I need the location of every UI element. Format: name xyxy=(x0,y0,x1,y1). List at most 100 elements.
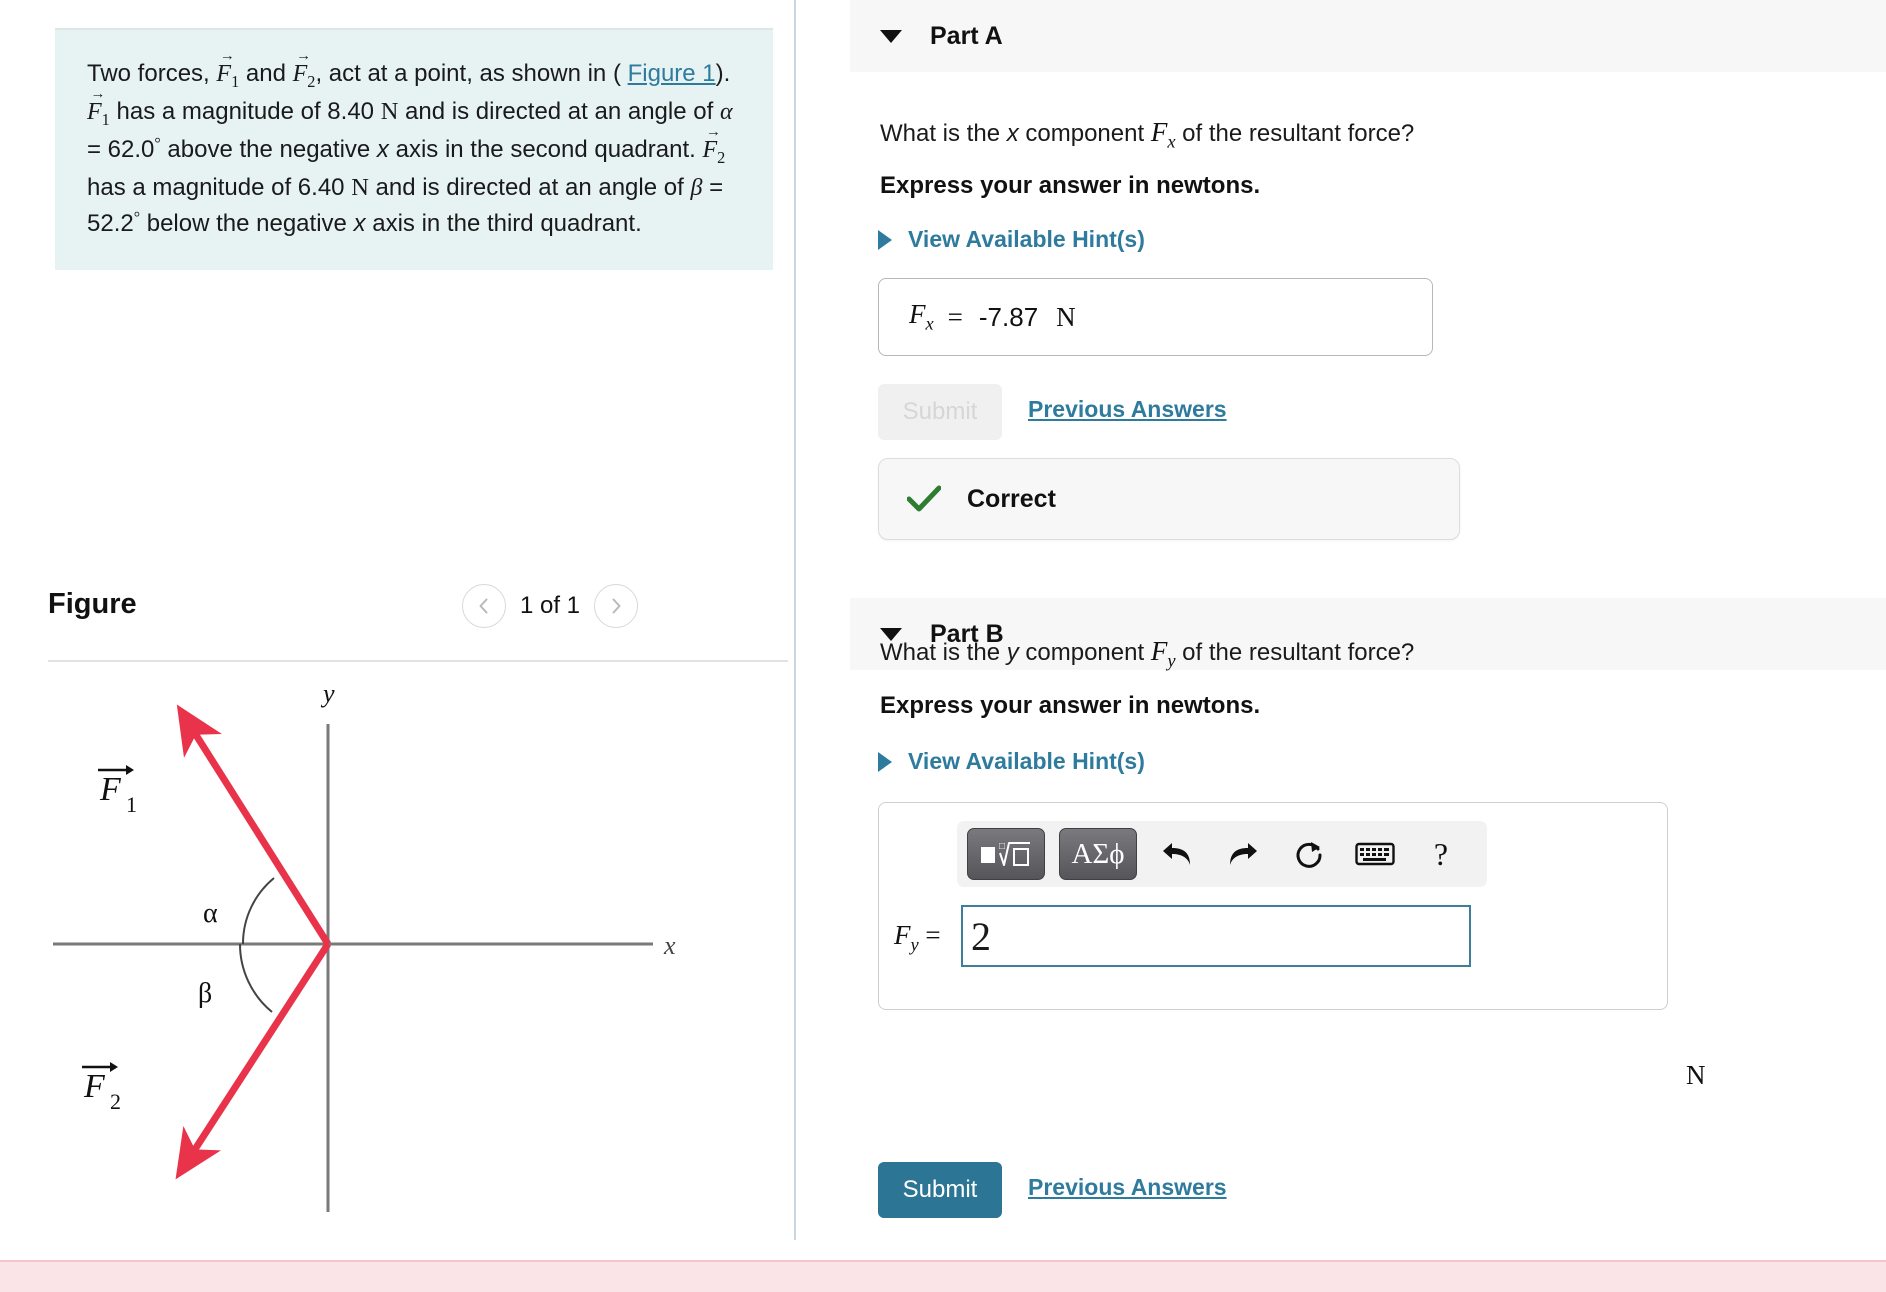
math-toolbar: □ ΑΣϕ ? xyxy=(957,821,1487,887)
unit-newton-1: N xyxy=(380,97,399,125)
caret-right-icon xyxy=(878,229,892,250)
q-a-symbol: Fx xyxy=(1150,117,1176,152)
svg-text:2: 2 xyxy=(110,1089,121,1114)
figure-title: Figure xyxy=(48,588,137,620)
f1-magnitude-text: has a magnitude of 8.40 xyxy=(116,97,375,125)
degree-sign-1: ° xyxy=(154,135,161,153)
q-b-var: y xyxy=(1006,639,1019,666)
axis-x-ref-1: x xyxy=(376,135,389,163)
part-a-answer-symbol: Fx xyxy=(909,299,934,334)
chevron-left-icon[interactable] xyxy=(461,584,506,628)
fy-input-value: 2 xyxy=(971,913,991,959)
figure-y-axis-label: y xyxy=(320,679,335,708)
statement-and-is: and is directed at an angle of xyxy=(375,173,684,201)
statement-act: , act at a point, as shown in ( xyxy=(315,60,621,87)
figure-count-label: 1 of 1 xyxy=(519,592,580,619)
q-a-pre: What is the xyxy=(880,120,1001,147)
figure-1-link[interactable]: Figure 1 xyxy=(628,60,716,87)
part-a-header[interactable]: Part A xyxy=(850,0,1886,72)
figure-diagram: y x α β F 1 F 2 xyxy=(48,672,788,1232)
part-a-title: Part A xyxy=(930,21,1003,50)
part-a-question: What is the x component Fx of the result… xyxy=(880,115,1414,154)
f2-magnitude-text: has a magnitude of 6.40 xyxy=(87,173,345,201)
q-b-pre: What is the xyxy=(880,639,1001,666)
part-a-status-text: Correct xyxy=(967,484,1056,513)
statement-directed: and is directed at an angle of xyxy=(405,97,714,125)
figure-beta-label: β xyxy=(198,978,212,1009)
part-b-answer-widget: □ ΑΣϕ ? Fy = 2 xyxy=(878,802,1668,1010)
undo-icon[interactable] xyxy=(1151,828,1203,880)
figure-f2-label: F 2 xyxy=(82,1062,121,1114)
part-b-hints-toggle[interactable]: View Available Hint(s) xyxy=(878,748,1145,775)
part-b-answer-symbol: Fy = xyxy=(894,920,941,955)
check-icon xyxy=(907,485,941,512)
problem-statement: Two forces, → F1 and → F2, act at a point,… xyxy=(55,30,773,270)
greek-letters-button[interactable]: ΑΣϕ xyxy=(1059,828,1137,880)
q-b-post: of the resultant force? xyxy=(1182,639,1415,666)
q-b-mid: component xyxy=(1025,639,1145,666)
caret-right-icon xyxy=(878,751,892,772)
part-a-answer-readonly: Fx = -7.87 N xyxy=(878,278,1433,356)
page-root: Two forces, → F1 and → F2, act at a point,… xyxy=(0,0,1886,1292)
caret-down-icon[interactable] xyxy=(880,29,902,43)
part-a-submit-button[interactable]: Submit xyxy=(878,384,1002,440)
help-icon[interactable]: ? xyxy=(1415,828,1467,880)
statement-and: and xyxy=(245,60,286,87)
svg-text:F: F xyxy=(99,771,122,808)
q-a-mid: component xyxy=(1025,120,1145,147)
greek-letters-label: ΑΣϕ xyxy=(1071,837,1125,870)
svg-text:1: 1 xyxy=(126,792,137,817)
statement-after-link: ). xyxy=(715,60,731,87)
part-b-previous-answers-link[interactable]: Previous Answers xyxy=(1028,1174,1227,1201)
right-panel: Part A What is the x component Fx of the… xyxy=(796,0,1886,1250)
figure-rule xyxy=(48,660,788,662)
svg-text:F: F xyxy=(83,1068,106,1105)
q-a-var: x xyxy=(1006,120,1019,147)
part-b-instruction: Express your answer in newtons. xyxy=(880,692,1261,719)
part-b-submit-button[interactable]: Submit xyxy=(878,1162,1002,1218)
figure-pagination: 1 of 1 xyxy=(461,584,638,628)
part-a-hints-toggle[interactable]: View Available Hint(s) xyxy=(878,226,1145,253)
beta-symbol: β xyxy=(690,174,703,201)
statement-above: above the negative xyxy=(167,135,371,163)
redo-icon[interactable] xyxy=(1217,828,1269,880)
part-a-hint-label: View Available Hint(s) xyxy=(908,226,1145,252)
part-a-equals: = xyxy=(947,301,963,332)
f1-symbol-inline-1: → F1 xyxy=(216,47,240,91)
part-a-instruction: Express your answer in newtons. xyxy=(880,172,1261,199)
q-b-symbol: Fy xyxy=(1150,636,1176,671)
part-a-previous-answers-link[interactable]: Previous Answers xyxy=(1028,396,1227,423)
svg-text:□: □ xyxy=(999,841,1005,852)
part-b-hint-label: View Available Hint(s) xyxy=(908,748,1145,774)
figure-header: Figure 1 of 1 xyxy=(48,584,788,644)
left-panel: Two forces, → F1 and → F2, act at a point,… xyxy=(0,0,790,1250)
help-label: ? xyxy=(1433,835,1449,872)
figure-f1-label: F 1 xyxy=(98,765,137,817)
part-b-question: What is the y component Fy of the result… xyxy=(880,634,1414,673)
alpha-symbol: α xyxy=(719,98,733,125)
fy-input-field[interactable]: 2 xyxy=(961,905,1471,967)
bottom-status-band xyxy=(0,1260,1886,1292)
f1-symbol-inline-2: → F1 xyxy=(87,85,110,129)
statement-second-quadrant: axis in the second quadrant. xyxy=(395,135,696,163)
q-a-post: of the resultant force? xyxy=(1182,120,1415,147)
unit-newton-2: N xyxy=(351,173,369,201)
keyboard-icon[interactable] xyxy=(1349,828,1401,880)
axis-x-ref-2: x xyxy=(353,210,366,238)
degree-sign-2: ° xyxy=(133,209,141,227)
part-b-answer-unit: N xyxy=(1686,1060,1706,1090)
figure-alpha-label: α xyxy=(203,898,218,929)
statement-intro: Two forces, xyxy=(87,60,210,87)
statement-third-quadrant: axis in the third quadrant. xyxy=(372,210,642,238)
part-a-status-banner: Correct xyxy=(878,458,1460,540)
alpha-value: = 62.0 xyxy=(87,135,155,163)
chevron-right-icon[interactable] xyxy=(594,584,638,628)
f2-symbol-inline-2: → F2 xyxy=(702,123,726,167)
part-a-answer-unit: N xyxy=(1056,301,1076,332)
figure-x-axis-label: x xyxy=(663,931,676,960)
statement-below: below the negative xyxy=(146,210,347,238)
reset-icon[interactable] xyxy=(1283,828,1335,880)
f2-symbol-inline-1: → F2 xyxy=(292,47,316,91)
part-a-answer-value: -7.87 xyxy=(978,301,1039,332)
math-template-button[interactable]: □ xyxy=(967,828,1045,880)
